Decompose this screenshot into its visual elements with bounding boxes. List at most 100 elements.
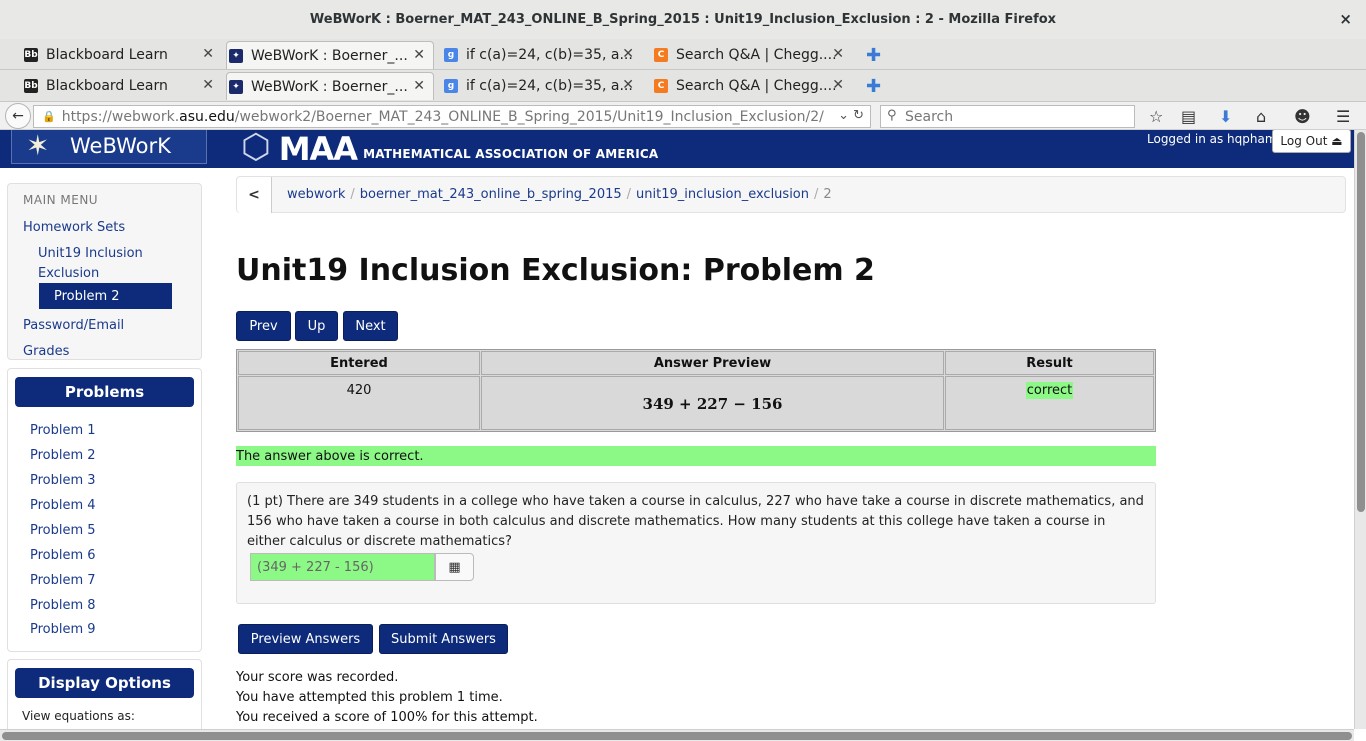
problems-title: Problems xyxy=(15,377,194,407)
tab-label: WeBWorK : Boerner_... xyxy=(251,47,408,64)
navigation-toolbar: ← 🔒 https://webwork. asu.edu/webwork2/Boe… xyxy=(0,102,1366,130)
logout-icon: ⏏ xyxy=(1327,134,1343,148)
tab-label: if c(a)=24, c(b)=35, a... xyxy=(466,47,633,63)
homework-sets-link[interactable]: Homework Sets xyxy=(23,220,125,235)
tab-blackboard[interactable]: Bb Blackboard Learn ✕ xyxy=(22,72,222,100)
tab-close-icon[interactable]: ✕ xyxy=(832,77,844,93)
tab-chegg[interactable]: C Search Q&A | Chegg.... ✕ xyxy=(652,41,852,69)
blackboard-favicon-icon: Bb xyxy=(24,48,38,62)
set-link-line1[interactable]: Unit19 Inclusion xyxy=(38,246,143,261)
problem-link[interactable]: Problem 7 xyxy=(30,573,96,588)
problems-panel: Problems Problem 1 Problem 2 Problem 3 P… xyxy=(7,368,202,652)
breadcrumb-link-webwork[interactable]: webwork xyxy=(287,187,345,202)
webwork-favicon-icon: ✦ xyxy=(229,80,243,94)
tab-close-icon[interactable]: ✕ xyxy=(832,46,844,62)
chegg-favicon-icon: C xyxy=(654,79,668,93)
reload-icon[interactable]: ⌄ ↻ xyxy=(838,108,864,123)
search-input[interactable]: ⚲ Search xyxy=(880,105,1135,128)
sidebar-item-active-problem[interactable]: Problem 2 xyxy=(39,283,172,309)
chegg-favicon-icon: C xyxy=(654,48,668,62)
problem-link[interactable]: Problem 5 xyxy=(30,523,96,538)
password-email-link[interactable]: Password/Email xyxy=(23,318,124,333)
tab-label: WeBWorK : Boerner_... xyxy=(251,78,408,95)
tab-blackboard[interactable]: Bb Blackboard Learn ✕ xyxy=(22,41,222,69)
tab-close-icon[interactable]: ✕ xyxy=(413,78,425,94)
problem-link[interactable]: Problem 8 xyxy=(30,598,96,613)
score-recorded-text: Your score was recorded. xyxy=(236,670,399,685)
tab-close-icon[interactable]: ✕ xyxy=(413,47,425,63)
breadcrumb-back-button[interactable]: < xyxy=(237,177,272,213)
main-menu: MAIN MENU Homework Sets Unit19 Inclusion… xyxy=(7,183,202,360)
set-link-line2[interactable]: Exclusion xyxy=(38,266,99,281)
maa-logo[interactable]: ⬡ MAA MATHEMATICAL ASSOCIATION OF AMERIC… xyxy=(241,130,658,166)
answer-preview-math: 349 + 227 − 156 xyxy=(642,395,783,413)
new-tab-icon[interactable]: ✚ xyxy=(866,76,881,97)
google-favicon-icon: g xyxy=(444,48,458,62)
maa-big-text: MAA xyxy=(278,130,358,168)
blackboard-favicon-icon: Bb xyxy=(24,79,38,93)
tab-label: Blackboard Learn xyxy=(46,47,168,63)
window-close-icon[interactable]: × xyxy=(1339,10,1352,28)
display-options-panel: Display Options View equations as: xyxy=(7,659,202,729)
webwork-favicon-icon: ✦ xyxy=(229,49,243,63)
tab-webwork[interactable]: ✦ WeBWorK : Boerner_... ✕ xyxy=(226,72,434,100)
menu-icon[interactable]: ☰ xyxy=(1336,107,1350,126)
result-badge: correct xyxy=(1025,382,1074,399)
webwork-star-icon: ✶ xyxy=(26,130,50,162)
correct-message: The answer above is correct. xyxy=(236,446,1156,466)
breadcrumb-items: webwork / boerner_mat_243_online_b_spring_… xyxy=(287,187,832,202)
attempts-text: You have attempted this problem 1 time. xyxy=(236,690,503,705)
tab-close-icon[interactable]: ✕ xyxy=(622,77,634,93)
tab-close-icon[interactable]: ✕ xyxy=(202,77,214,93)
breadcrumb-link-course[interactable]: boerner_mat_243_online_b_spring_2015 xyxy=(360,187,622,202)
up-button[interactable]: Up xyxy=(295,311,338,341)
score-received-text: You received a score of 100% for this at… xyxy=(236,710,538,725)
attempt-results-table: Entered Answer Preview Result 420 349 + … xyxy=(236,349,1156,432)
new-tab-icon[interactable]: ✚ xyxy=(866,45,881,66)
url-path: /webwork2/Boerner_MAT_243_ONLINE_B_Sprin… xyxy=(234,108,824,125)
home-icon[interactable]: ⌂ xyxy=(1256,107,1266,126)
tab-webwork[interactable]: ✦ WeBWorK : Boerner_... ✕ xyxy=(226,41,434,69)
preview-answers-button[interactable]: Preview Answers xyxy=(238,624,373,654)
equation-palette-icon[interactable]: ▦ xyxy=(435,553,474,581)
problem-link[interactable]: Problem 2 xyxy=(30,448,96,463)
submit-answers-button[interactable]: Submit Answers xyxy=(379,624,508,654)
back-arrow-icon[interactable]: ← xyxy=(5,103,31,129)
page-title: Unit19 Inclusion Exclusion: Problem 2 xyxy=(236,253,875,288)
tab-google[interactable]: g if c(a)=24, c(b)=35, a... ✕ xyxy=(442,41,642,69)
answer-input[interactable]: (349 + 227 - 156) xyxy=(250,553,435,581)
site-header: ✶ WeBWorK ⬡ MAA MATHEMATICAL ASSOCIATION… xyxy=(0,130,1354,168)
breadcrumb-link-set[interactable]: unit19_inclusion_exclusion xyxy=(636,187,809,202)
webwork-logo[interactable]: ✶ WeBWorK xyxy=(11,130,207,164)
download-icon[interactable]: ⬇ xyxy=(1219,107,1232,126)
tab-chegg[interactable]: C Search Q&A | Chegg.... ✕ xyxy=(652,72,852,100)
breadcrumb-separator: / xyxy=(814,187,819,202)
problem-link[interactable]: Problem 1 xyxy=(30,423,96,438)
problem-text: (1 pt) There are 349 students in a colle… xyxy=(247,494,1144,549)
breadcrumb-current: 2 xyxy=(823,187,832,202)
problem-link[interactable]: Problem 6 xyxy=(30,548,96,563)
grades-link[interactable]: Grades xyxy=(23,344,69,359)
vertical-scrollbar[interactable] xyxy=(1354,130,1366,729)
prev-button[interactable]: Prev xyxy=(236,311,291,341)
google-favicon-icon: g xyxy=(444,79,458,93)
horizontal-scrollbar[interactable] xyxy=(0,729,1354,741)
horizontal-scroll-thumb[interactable] xyxy=(2,732,1352,740)
entered-value: 420 xyxy=(346,383,372,398)
tab-google[interactable]: g if c(a)=24, c(b)=35, a... ✕ xyxy=(442,72,642,100)
window-titlebar: WeBWorK : Boerner_MAT_243_ONLINE_B_Sprin… xyxy=(0,0,1366,39)
reading-list-icon[interactable]: ▤ xyxy=(1181,107,1196,126)
problem-link[interactable]: Problem 4 xyxy=(30,498,96,513)
logout-button[interactable]: Log Out ⏏ xyxy=(1272,130,1351,153)
bookmark-star-icon[interactable]: ☆ xyxy=(1149,107,1163,126)
search-icon: ⚲ xyxy=(887,108,897,123)
tab-close-icon[interactable]: ✕ xyxy=(202,46,214,62)
url-bar[interactable]: 🔒 https://webwork. asu.edu/webwork2/Boern… xyxy=(33,105,871,128)
next-button[interactable]: Next xyxy=(343,311,398,341)
tab-strip: Bb Blackboard Learn ✕ ✦ WeBWorK : Boerne… xyxy=(0,39,1366,70)
problem-link[interactable]: Problem 3 xyxy=(30,473,96,488)
problem-link[interactable]: Problem 9 xyxy=(30,622,96,637)
vertical-scroll-thumb[interactable] xyxy=(1357,132,1365,512)
chat-icon[interactable]: ☻ xyxy=(1294,107,1311,126)
tab-close-icon[interactable]: ✕ xyxy=(622,46,634,62)
